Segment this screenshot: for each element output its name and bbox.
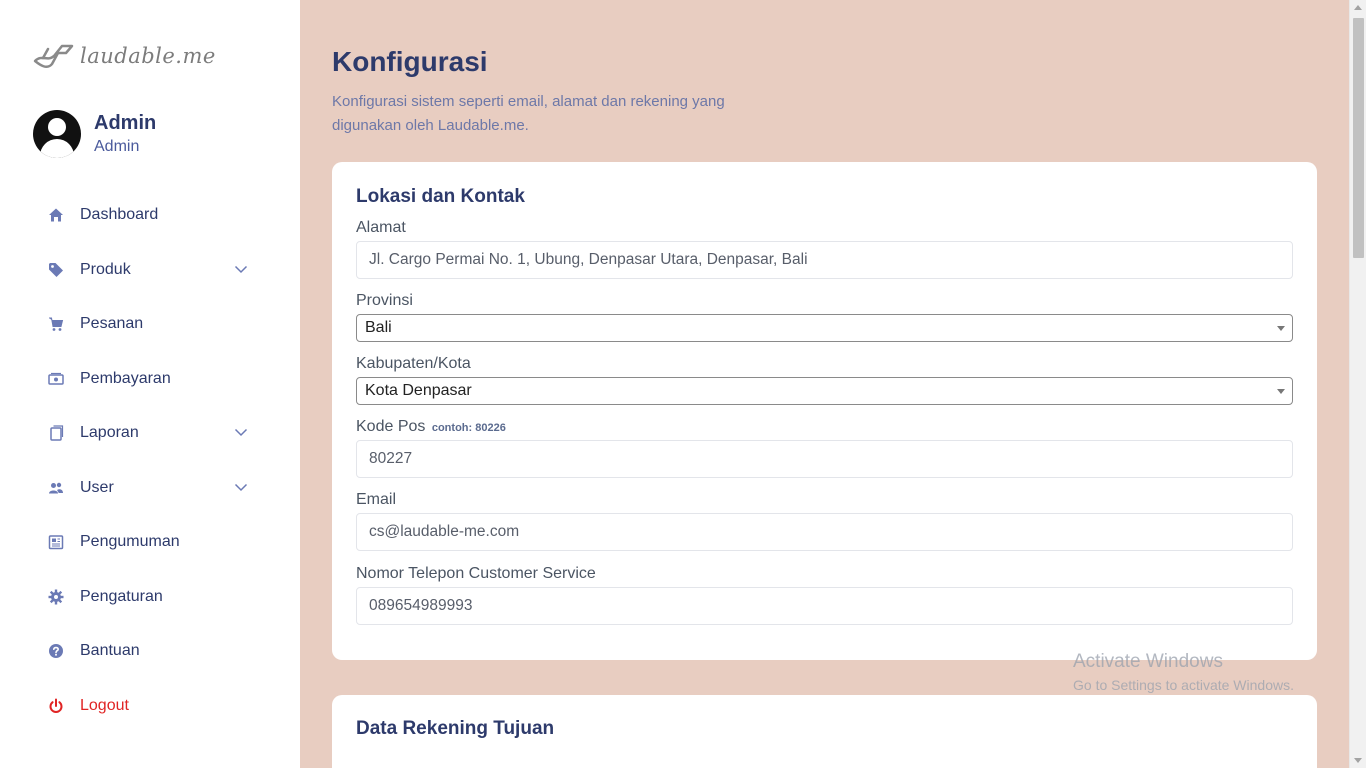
city-select[interactable]: Kota Denpasar: [356, 377, 1293, 405]
province-select[interactable]: Bali: [356, 314, 1293, 342]
scroll-up-arrow-icon[interactable]: [1354, 5, 1362, 10]
profile-name: Admin: [94, 112, 157, 134]
sidebar-item-label: Pesanan: [80, 315, 144, 333]
postal-code-label-text: Kode Pos: [356, 418, 426, 435]
sidebar-nav: Dashboard Produk Pesanan Pembayaran Lapo…: [0, 188, 300, 733]
chevron-down-icon[interactable]: [234, 482, 248, 492]
sidebar-item-label: Pengaturan: [80, 587, 163, 605]
location-contact-card: Lokasi dan Kontak Alamat Jl. Cargo Perma…: [332, 162, 1317, 660]
bank-account-card: Data Rekening Tujuan: [332, 695, 1317, 768]
sidebar-item-dashboard[interactable]: Dashboard: [0, 188, 300, 243]
card-title: Data Rekening Tujuan: [356, 718, 555, 739]
sidebar-item-pembayaran[interactable]: Pembayaran: [0, 352, 300, 407]
city-label: Kabupaten/Kota: [356, 355, 471, 372]
sidebar-item-user[interactable]: User: [0, 461, 300, 516]
logo-mark-icon: [33, 44, 74, 68]
caret-down-icon: [1277, 326, 1285, 331]
sidebar-item-logout[interactable]: Logout: [0, 679, 300, 734]
sidebar-item-pengaturan[interactable]: Pengaturan: [0, 570, 300, 625]
user-profile: Admin Admin: [33, 110, 156, 158]
sidebar-item-label: Pengumuman: [80, 533, 180, 551]
city-selected-value: Kota Denpasar: [365, 382, 472, 399]
scrollbar-thumb[interactable]: [1353, 18, 1364, 258]
sidebar-item-label: Laporan: [80, 424, 139, 442]
gear-icon: [47, 588, 65, 606]
watermark-title: Activate Windows: [1073, 651, 1223, 672]
page-scrollbar[interactable]: [1349, 0, 1366, 768]
province-selected-value: Bali: [365, 319, 392, 336]
tag-icon: [47, 261, 65, 279]
power-icon: [47, 697, 65, 715]
help-icon: [47, 642, 65, 660]
province-label: Provinsi: [356, 292, 413, 309]
brand-logo[interactable]: laudable.me: [32, 40, 216, 72]
avatar: [33, 110, 81, 158]
watermark-subtitle: Go to Settings to activate Windows.: [1073, 677, 1294, 693]
postal-code-input[interactable]: 80227: [356, 440, 1293, 478]
phone-input[interactable]: 089654989993: [356, 587, 1293, 625]
sidebar-item-label: Bantuan: [80, 642, 140, 660]
sidebar-item-label: Logout: [80, 696, 129, 714]
cart-icon: [47, 315, 65, 333]
sidebar-item-label: Produk: [80, 260, 131, 278]
sidebar-item-label: User: [80, 478, 114, 496]
chevron-down-icon[interactable]: [234, 264, 248, 274]
sidebar-item-label: Dashboard: [80, 206, 159, 224]
document-icon: [47, 424, 65, 442]
users-icon: [47, 479, 65, 497]
home-icon: [47, 206, 65, 224]
logo-text: laudable.me: [80, 44, 216, 68]
sidebar: laudable.me Admin Admin Dashboard Produk: [0, 0, 300, 768]
profile-role: Admin: [94, 138, 140, 155]
sidebar-item-pesanan[interactable]: Pesanan: [0, 297, 300, 352]
sidebar-item-label: Pembayaran: [80, 369, 171, 387]
page-title: Konfigurasi: [332, 46, 488, 77]
page-description: Konfigurasi sistem seperti email, alamat…: [332, 93, 725, 134]
caret-down-icon: [1277, 389, 1285, 394]
chevron-down-icon[interactable]: [234, 427, 248, 437]
sidebar-item-bantuan[interactable]: Bantuan: [0, 624, 300, 679]
windows-activation-watermark: Activate Windows Go to Settings to activ…: [1073, 650, 1294, 696]
address-label: Alamat: [356, 219, 406, 236]
card-title: Lokasi dan Kontak: [356, 186, 525, 207]
postal-code-label: Kode Pos contoh: 80226: [356, 418, 506, 436]
email-label: Email: [356, 491, 397, 508]
address-input[interactable]: Jl. Cargo Permai No. 1, Ubung, Denpasar …: [356, 241, 1293, 279]
cash-icon: [47, 370, 65, 388]
sidebar-item-produk[interactable]: Produk: [0, 243, 300, 298]
phone-label: Nomor Telepon Customer Service: [356, 565, 596, 582]
scroll-down-arrow-icon[interactable]: [1354, 758, 1362, 763]
sidebar-item-pengumuman[interactable]: Pengumuman: [0, 515, 300, 570]
postal-code-hint: contoh: 80226: [431, 422, 506, 434]
sidebar-item-laporan[interactable]: Laporan: [0, 406, 300, 461]
newspaper-icon: [47, 533, 65, 551]
email-field[interactable]: cs@laudable-me.com: [356, 513, 1293, 551]
